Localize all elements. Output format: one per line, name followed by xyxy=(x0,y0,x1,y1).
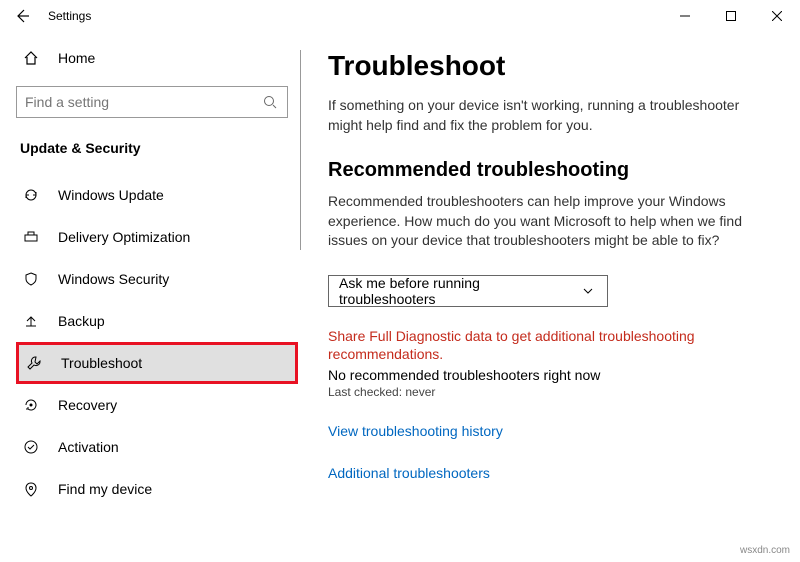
delivery-icon xyxy=(22,228,40,246)
recovery-icon xyxy=(22,396,40,414)
diagnostic-warning: Share Full Diagnostic data to get additi… xyxy=(328,327,728,363)
sidebar-item-windows-update[interactable]: Windows Update xyxy=(16,174,300,216)
sidebar-item-label: Find my device xyxy=(58,481,152,497)
watermark: wsxdn.com xyxy=(740,545,790,556)
sidebar: Home Update & Security Windows Update De… xyxy=(0,32,300,562)
troubleshoot-preference-dropdown[interactable]: Ask me before running troubleshooters xyxy=(328,275,608,307)
wrench-icon xyxy=(25,354,43,372)
sidebar-item-troubleshoot[interactable]: Troubleshoot xyxy=(16,342,298,384)
section-title: Update & Security xyxy=(20,140,300,156)
backup-icon xyxy=(22,312,40,330)
page-title: Troubleshoot xyxy=(328,50,776,82)
home-button[interactable]: Home xyxy=(16,40,300,76)
sidebar-item-find-my-device[interactable]: Find my device xyxy=(16,468,300,510)
sidebar-item-recovery[interactable]: Recovery xyxy=(16,384,300,426)
search-icon xyxy=(261,93,279,111)
additional-troubleshooters-link[interactable]: Additional troubleshooters xyxy=(328,465,776,481)
intro-text: If something on your device isn't workin… xyxy=(328,96,748,135)
no-recommended-text: No recommended troubleshooters right now xyxy=(328,367,776,383)
search-input[interactable] xyxy=(16,86,288,118)
close-button[interactable] xyxy=(754,0,800,32)
location-icon xyxy=(22,480,40,498)
sidebar-item-backup[interactable]: Backup xyxy=(16,300,300,342)
home-icon xyxy=(22,49,40,67)
sidebar-item-label: Recovery xyxy=(58,397,117,413)
sidebar-item-label: Windows Update xyxy=(58,187,164,203)
maximize-button[interactable] xyxy=(708,0,754,32)
sidebar-item-windows-security[interactable]: Windows Security xyxy=(16,258,300,300)
back-button[interactable] xyxy=(10,4,34,28)
home-label: Home xyxy=(58,50,95,66)
sidebar-item-delivery-optimization[interactable]: Delivery Optimization xyxy=(16,216,300,258)
section-body: Recommended troubleshooters can help imp… xyxy=(328,192,748,251)
dropdown-value: Ask me before running troubleshooters xyxy=(339,275,579,307)
section-heading: Recommended troubleshooting xyxy=(328,159,776,182)
divider xyxy=(300,50,301,250)
window-title: Settings xyxy=(48,9,91,23)
sidebar-item-label: Windows Security xyxy=(58,271,169,287)
view-history-link[interactable]: View troubleshooting history xyxy=(328,423,776,439)
sidebar-item-activation[interactable]: Activation xyxy=(16,426,300,468)
sync-icon xyxy=(22,186,40,204)
shield-icon xyxy=(22,270,40,288)
activation-icon xyxy=(22,438,40,456)
sidebar-item-label: Backup xyxy=(58,313,105,329)
main-content: Troubleshoot If something on your device… xyxy=(300,32,800,562)
search-field[interactable] xyxy=(25,94,261,110)
sidebar-item-label: Delivery Optimization xyxy=(58,229,190,245)
minimize-button[interactable] xyxy=(662,0,708,32)
last-checked-text: Last checked: never xyxy=(328,385,776,399)
sidebar-item-label: Activation xyxy=(58,439,119,455)
chevron-down-icon xyxy=(579,282,597,300)
sidebar-item-label: Troubleshoot xyxy=(61,355,142,371)
